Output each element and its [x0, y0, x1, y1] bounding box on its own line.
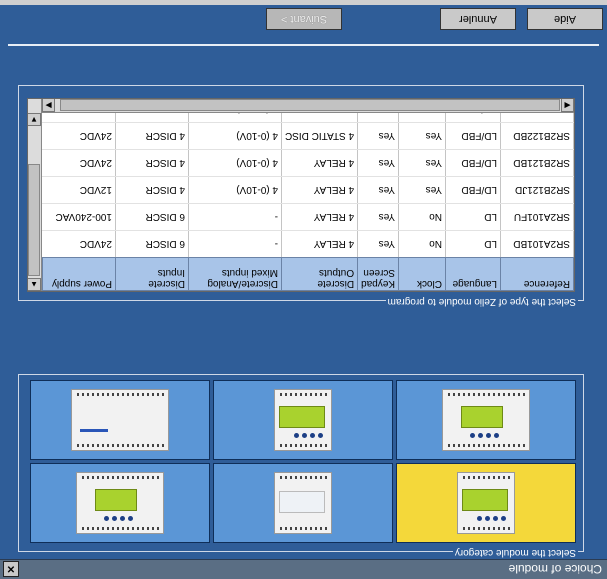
- module-image: [71, 389, 169, 451]
- column-header[interactable]: Discrete Inputs: [115, 257, 189, 291]
- category-tile-1[interactable]: [396, 463, 576, 543]
- table-row[interactable]: SR2A101BD LD No Yes 4 RELAY -6 DISCR 24VDC: [42, 230, 574, 258]
- table-row[interactable]: SR2B121BD LD/FBD Yes Yes 4 RELAY 4 (0-10V) 4 D…: [42, 149, 574, 177]
- cell: 6 DISCR: [115, 203, 189, 231]
- category-tile-3[interactable]: [30, 463, 210, 543]
- cell: 24VDC: [42, 230, 116, 258]
- column-header[interactable]: Discrete/Analog Mixed inputs: [188, 257, 282, 291]
- cell: No: [398, 203, 446, 231]
- cell: 12VDC: [42, 176, 116, 204]
- cell: 4 RELAY: [281, 230, 358, 258]
- cell: Yes: [398, 176, 446, 204]
- table-header-row: Reference Language Clock Keypad Screen D…: [42, 257, 574, 291]
- cell: 4 DISCR: [115, 149, 189, 177]
- cell: LD/FBD: [445, 149, 501, 177]
- top-window-strip: [0, 0, 607, 5]
- cell: 24VDC: [42, 122, 116, 150]
- scroll-right-arrow-icon[interactable]: ▶: [42, 98, 55, 112]
- cell: LD/FBD: [445, 122, 501, 150]
- cell: -: [188, 230, 282, 258]
- title-bar: Choice of module ×: [0, 559, 607, 579]
- cell: 4 STATIC DISC: [281, 122, 358, 150]
- scroll-thumb[interactable]: [60, 99, 560, 111]
- cell: Yes: [398, 122, 446, 150]
- cell: 4 (0-10V): [188, 176, 282, 204]
- cell: Yes: [357, 176, 399, 204]
- close-icon[interactable]: ×: [3, 561, 19, 578]
- cell: 4 (0-10V): [188, 149, 282, 177]
- cell: Yes: [357, 149, 399, 177]
- module-image: [274, 389, 332, 451]
- cell: 4 DISCR: [115, 176, 189, 204]
- table-row[interactable]: SR2B122BD LD/FBD Yes Yes 4 STATIC DISC 4 (0-1…: [42, 122, 574, 150]
- next-button[interactable]: Suivant >: [266, 8, 342, 30]
- cell: 4 (0-10V): [188, 122, 282, 150]
- cell: Yes: [357, 203, 399, 231]
- cell: 4 DISCR: [115, 122, 189, 150]
- cell: 4 RELAY: [281, 149, 358, 177]
- category-tile-6[interactable]: [30, 380, 210, 460]
- module-table: Reference Language Clock Keypad Screen D…: [27, 98, 575, 292]
- cell: SR2A101BD: [500, 230, 574, 258]
- cell: 4 RELAY: [281, 203, 358, 231]
- help-button[interactable]: Aide: [527, 8, 603, 30]
- cell: SR2B121BD: [500, 149, 574, 177]
- cell: Yes: [357, 122, 399, 150]
- cell: LD: [445, 203, 501, 231]
- column-header[interactable]: Keypad Screen: [357, 257, 399, 291]
- module-image: [274, 472, 332, 534]
- module-category-group: Select the module category: [18, 374, 584, 558]
- cell: SR2A101FU: [500, 203, 574, 231]
- table-row[interactable]: SR2B121JD LD/FBD Yes Yes 4 RELAY 4 (0-10V) 4 D…: [42, 176, 574, 204]
- separator: [8, 44, 599, 46]
- cell: -: [188, 203, 282, 231]
- module-image: [442, 389, 530, 451]
- module-type-group: Select the type of Zelio module to progr…: [18, 85, 584, 307]
- cell: No: [398, 230, 446, 258]
- scroll-up-arrow-icon[interactable]: ▲: [27, 278, 41, 291]
- category-grid: [30, 380, 576, 543]
- cell: SR2B122BD: [500, 122, 574, 150]
- column-header[interactable]: Language: [445, 257, 501, 291]
- cell: Yes: [357, 230, 399, 258]
- table-row[interactable]: SR2A101FU LD No Yes 4 RELAY -6 DISCR 100-240VA…: [42, 203, 574, 231]
- module-image: [76, 472, 164, 534]
- cell: SR2B121JD: [500, 176, 574, 204]
- cancel-button[interactable]: Annuler: [440, 8, 516, 30]
- category-tile-2[interactable]: [213, 463, 393, 543]
- cell: 100-240VAC: [42, 203, 116, 231]
- cell: 24VDC: [42, 149, 116, 177]
- category-tile-5[interactable]: [213, 380, 393, 460]
- scroll-left-arrow-icon[interactable]: ◀: [561, 98, 574, 112]
- module-image: [457, 472, 515, 534]
- vertical-scrollbar[interactable]: ▲ ▼: [27, 99, 42, 291]
- category-tile-4[interactable]: [396, 380, 576, 460]
- cell: Yes: [398, 149, 446, 177]
- window-title: Choice of module: [508, 562, 602, 577]
- column-header[interactable]: Power supply: [42, 257, 116, 291]
- scroll-down-arrow-icon[interactable]: ▼: [27, 113, 41, 126]
- column-header[interactable]: Clock: [398, 257, 446, 291]
- cell: LD/FBD: [445, 176, 501, 204]
- module-category-label: Select the module category: [452, 547, 578, 558]
- scroll-thumb[interactable]: [28, 164, 40, 276]
- column-header[interactable]: Discrete Outputs: [281, 257, 358, 291]
- cell: LD: [445, 230, 501, 258]
- module-type-label: Select the type of Zelio module to progr…: [385, 296, 578, 307]
- cell: 4 RELAY: [281, 176, 358, 204]
- horizontal-scrollbar[interactable]: ◀ ▶: [42, 98, 574, 113]
- cell: 6 DISCR: [115, 230, 189, 258]
- dialog-body: Select the module category Select the ty…: [0, 0, 607, 559]
- column-header[interactable]: Reference: [500, 257, 574, 291]
